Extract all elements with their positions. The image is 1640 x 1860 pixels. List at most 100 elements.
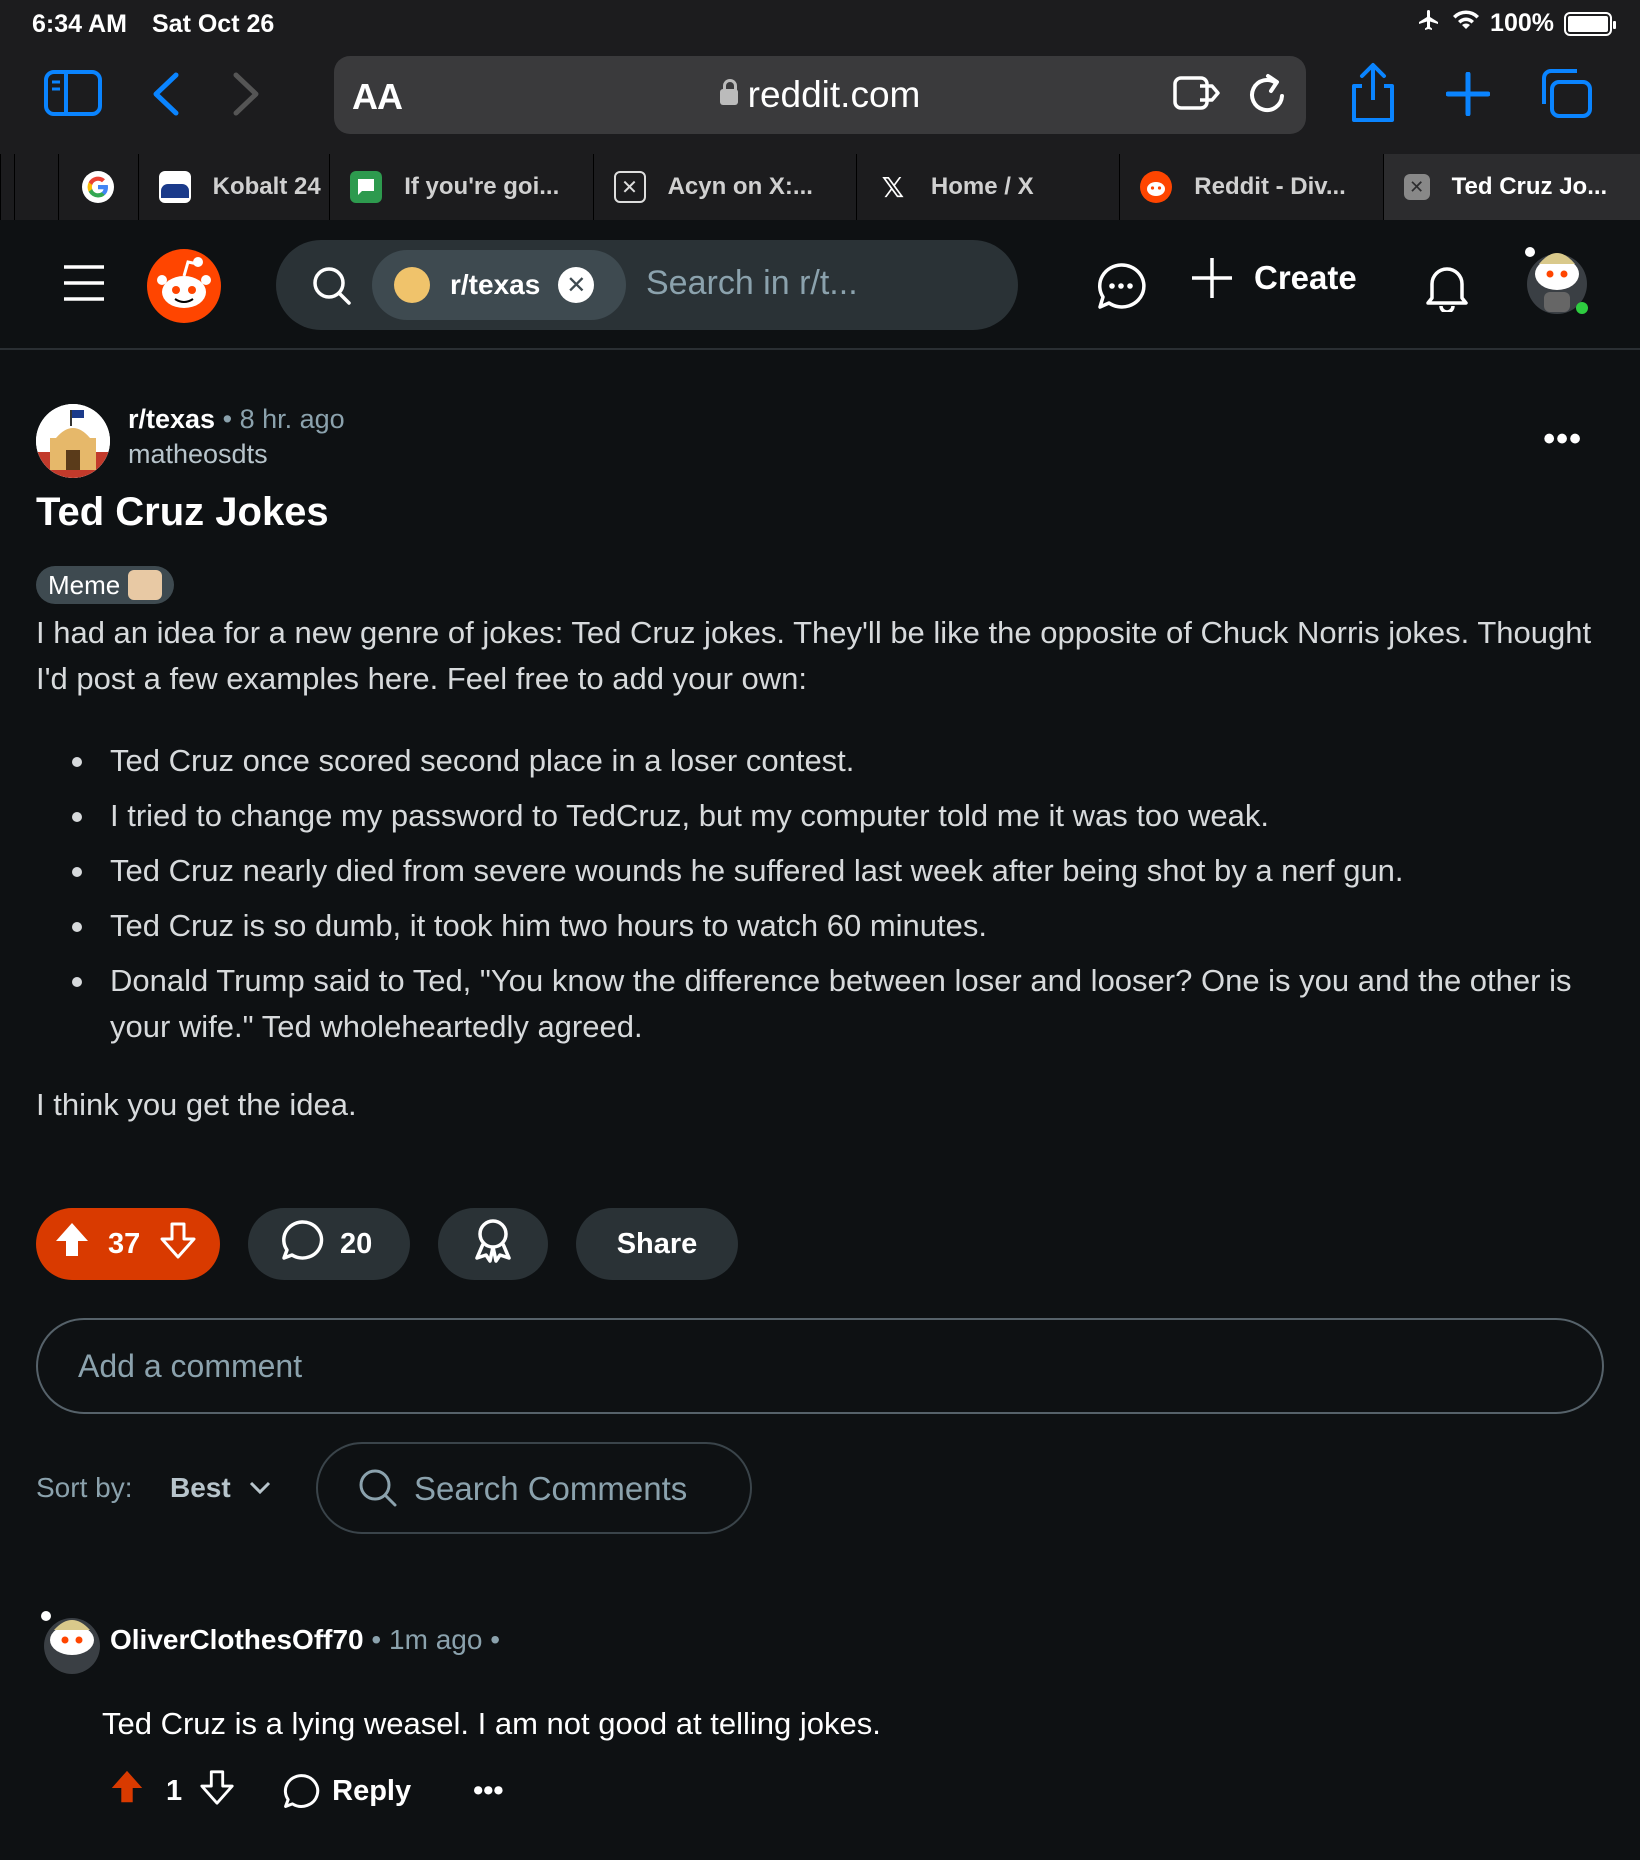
kobalt-icon [158, 171, 191, 203]
create-label: Create [1254, 259, 1357, 296]
user-avatar[interactable] [1522, 244, 1592, 318]
chat-icon[interactable] [1096, 262, 1146, 310]
comment-username[interactable]: OliverClothesOff70 [110, 1624, 364, 1655]
commenter-avatar[interactable] [40, 1610, 104, 1674]
award-button[interactable] [438, 1208, 548, 1280]
x-logo-icon: 𝕏 [881, 171, 905, 203]
tabs-overview-icon[interactable] [1540, 68, 1594, 120]
browser-chrome: 6:34 AM Sat Oct 26 100% AA reddit.com [0, 0, 1640, 154]
address-bar[interactable]: AA reddit.com [334, 56, 1306, 134]
tab-article[interactable]: If you're goi... [329, 154, 592, 220]
reply-button[interactable]: Reply [282, 1773, 411, 1809]
list-item: Ted Cruz once scored second place in a l… [72, 738, 1606, 784]
tab-title: If you're goi... [404, 173, 560, 200]
sidebar-icon[interactable] [44, 70, 102, 116]
reply-label: Reply [332, 1774, 412, 1807]
share-icon[interactable] [1348, 62, 1398, 124]
post-body: I had an idea for a new genre of jokes: … [36, 610, 1606, 1128]
status-bar: 6:34 AM Sat Oct 26 100% [0, 0, 1640, 46]
subreddit-filter-chip[interactable]: r/texas ✕ [372, 250, 626, 320]
status-right: 100% [1416, 8, 1616, 39]
create-button[interactable]: Create [1190, 256, 1357, 300]
sort-dropdown[interactable]: Best [170, 1472, 271, 1504]
reddit-logo-icon[interactable] [146, 248, 222, 324]
tab-acyn[interactable]: ✕ Acyn on X:... [592, 154, 856, 220]
subreddit-avatar[interactable] [36, 404, 110, 478]
tab-home-x[interactable]: 𝕏 Home / X [855, 154, 1119, 220]
post-meta: r/texas • 8 hr. ago matheosdts [128, 404, 345, 470]
meta-separator: • [222, 404, 240, 434]
tab-reddit[interactable]: Reddit - Div... [1119, 154, 1382, 220]
airplane-icon [1416, 8, 1442, 39]
list-item: Ted Cruz is so dumb, it took him two hou… [72, 903, 1606, 949]
flair-emoji-icon [128, 570, 163, 600]
battery-icon [1564, 11, 1616, 36]
tab-kobalt[interactable]: Kobalt 24 [137, 154, 330, 220]
reload-icon[interactable] [1246, 70, 1290, 116]
list-item: Donald Trump said to Ted, "You know the … [72, 958, 1606, 1050]
post-outro: I think you get the idea. [36, 1087, 357, 1122]
downvote-icon[interactable] [198, 1768, 236, 1814]
comment-icon [280, 1219, 324, 1269]
tab-title: Kobalt 24 [212, 173, 321, 200]
search-comments-field[interactable]: Search Comments [316, 1442, 752, 1534]
forward-icon[interactable] [232, 72, 262, 116]
back-icon[interactable] [150, 72, 180, 116]
reddit-icon [1140, 171, 1173, 203]
joke-list: Ted Cruz once scored second place in a l… [72, 738, 1606, 1050]
tab-partial[interactable] [13, 154, 58, 220]
share-button[interactable]: Share [576, 1208, 738, 1280]
new-tab-icon[interactable] [1446, 72, 1490, 116]
post-intro: I had an idea for a new genre of jokes: … [36, 615, 1592, 696]
search-bar[interactable]: r/texas ✕ Search in r/t... [276, 240, 1018, 330]
tab-title: Reddit - Div... [1194, 173, 1346, 200]
comment-actions: 1 Reply ••• [108, 1768, 504, 1814]
comment-options-icon[interactable]: ••• [473, 1775, 503, 1808]
search-icon [312, 266, 352, 306]
app-icon [350, 171, 383, 203]
meta-separator: • [490, 1624, 501, 1655]
remove-filter-icon[interactable]: ✕ [558, 267, 595, 303]
post-flair[interactable]: Meme [36, 566, 175, 604]
post-options-icon[interactable]: ••• [1543, 420, 1582, 459]
post-title: Ted Cruz Jokes [36, 490, 329, 534]
url-text: reddit.com [747, 74, 921, 115]
list-item: I tried to change my password to TedCruz… [72, 793, 1606, 839]
subreddit-icon [394, 267, 430, 303]
tab-strip: Kobalt 24 If you're goi... ✕ Acyn on X:.… [0, 154, 1640, 220]
search-icon [358, 1468, 398, 1508]
translate-icon[interactable] [1172, 70, 1222, 116]
downvote-icon[interactable] [158, 1220, 198, 1268]
vote-count: 37 [108, 1227, 141, 1260]
tab-title: Ted Cruz Jo... [1451, 173, 1608, 200]
subreddit-link[interactable]: r/texas [128, 404, 215, 434]
tab-title: Home / X [930, 173, 1034, 200]
url-display[interactable]: reddit.com [334, 74, 1306, 116]
online-indicator [1576, 302, 1588, 314]
close-tab-icon[interactable]: ✕ [1403, 174, 1430, 200]
tab-ted-cruz-jokes[interactable]: ✕ Ted Cruz Jo... [1382, 154, 1640, 220]
tab-title: Acyn on X:... [667, 173, 813, 200]
search-placeholder: Search in r/t... [646, 264, 858, 302]
battery-percent: 100% [1490, 9, 1554, 37]
add-comment-field[interactable]: Add a comment [36, 1318, 1604, 1414]
tab-google[interactable] [57, 154, 138, 220]
meta-separator: • [371, 1624, 390, 1655]
notification-bell-icon[interactable] [1424, 262, 1470, 312]
post-author[interactable]: matheosdts [128, 439, 345, 470]
sort-value: Best [170, 1472, 231, 1503]
plus-icon [1192, 258, 1232, 298]
comments-button[interactable]: 20 [248, 1208, 410, 1280]
chip-label: r/texas [450, 269, 541, 300]
google-icon [82, 171, 115, 203]
status-time: 6:34 AM [32, 10, 127, 38]
upvote-icon[interactable] [52, 1220, 92, 1268]
status-date: Sat Oct 26 [152, 10, 275, 38]
sort-row: Sort by: Best Search Comments [36, 1442, 1036, 1534]
sort-label: Sort by: [36, 1472, 133, 1503]
flair-label: Meme [48, 569, 121, 600]
menu-icon[interactable] [62, 264, 106, 302]
comment-text: Ted Cruz is a lying weasel. I am not goo… [102, 1706, 881, 1741]
upvote-icon[interactable] [108, 1768, 146, 1814]
reply-icon [284, 1774, 320, 1808]
